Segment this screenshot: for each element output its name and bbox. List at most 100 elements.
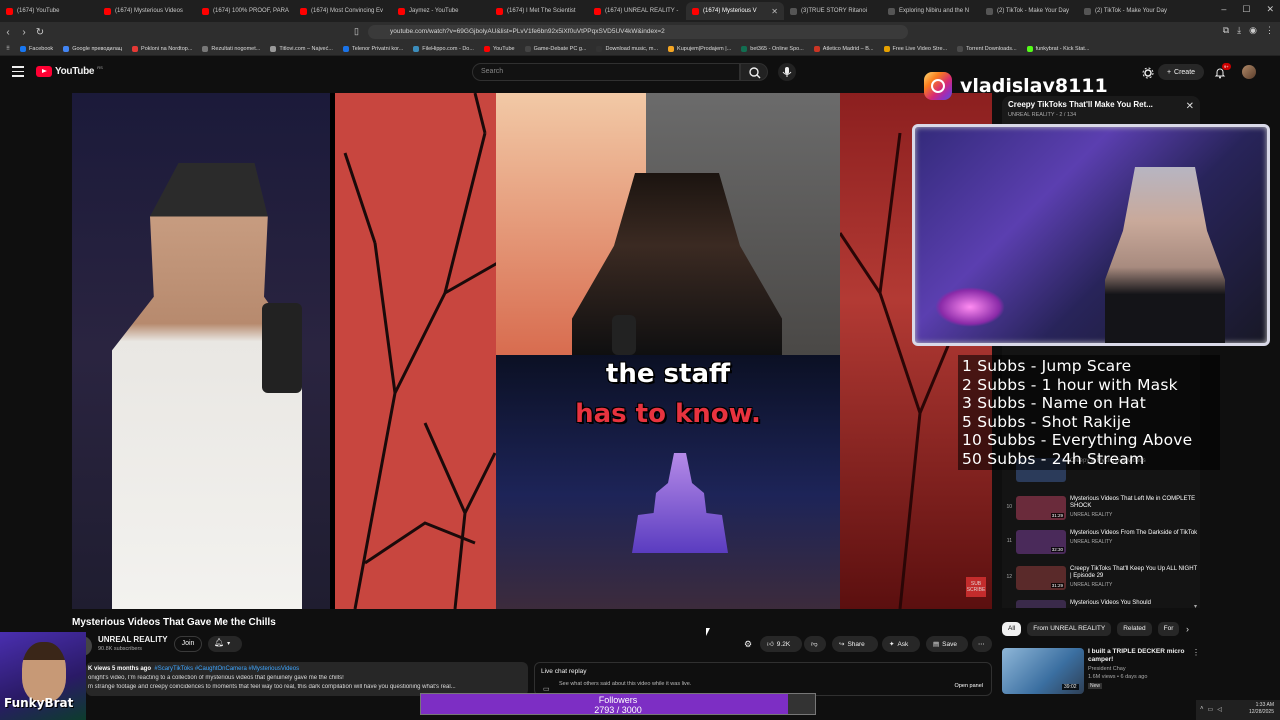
filter-chip[interactable]: For — [1157, 622, 1180, 636]
browser-tab[interactable]: (1674) Mysterious V ✕ — [686, 2, 784, 20]
dislike-button[interactable]: 👎︎ — [804, 636, 826, 652]
search-button[interactable] — [740, 63, 768, 81]
browser-tab[interactable]: Jaymez - YouTube — [392, 2, 490, 20]
profile-icon[interactable]: ◉ — [1249, 25, 1257, 36]
recommended-meta: 1.6M views • 6 days ago — [1088, 674, 1148, 680]
playlist-item-title[interactable]: Mysterious Videos That Left Me in COMPLE… — [1070, 496, 1198, 510]
youtube-logo[interactable]: YouTube RS — [36, 65, 103, 77]
close-tab-icon[interactable]: ✕ — [771, 7, 778, 16]
playlist-item[interactable]: 12 31:29 Creepy TikToks That'll Keep You U… — [1002, 566, 1200, 592]
address-bar[interactable]: youtube.com/watch?v=69GGjbolyAU&list=PLv… — [368, 25, 908, 39]
playlist-item[interactable]: 10 31:29 Mysterious Videos That Left Me in… — [1002, 496, 1200, 522]
gear-icon[interactable] — [1142, 66, 1154, 84]
browser-tab[interactable]: (1674) I Met The Scientist — [490, 2, 588, 20]
share-button[interactable]: ↪ Share — [832, 636, 878, 652]
browser-tab[interactable]: (1674) UNREAL REALITY - — [588, 2, 686, 20]
browser-tab[interactable]: (1674) Most Convincing Ev — [294, 2, 392, 20]
voice-search-button[interactable] — [778, 63, 796, 81]
bookmark-item[interactable]: FileHippo.com - Do... — [413, 45, 474, 52]
bookmark-item[interactable]: Kupujem|Prodajem |... — [668, 45, 731, 52]
playlist-item-thumbnail[interactable] — [1016, 600, 1066, 608]
subscribe-watermark[interactable]: SUB SCRIBE — [966, 577, 986, 597]
browser-tab[interactable]: (3)TRUE STORY Ritanoi — [784, 2, 882, 20]
save-button[interactable]: ▤ Save — [926, 636, 968, 652]
playlist-item[interactable]: 13 Mysterious Videos You Should — [1002, 600, 1200, 608]
subscription-bell-button[interactable]: 🔔︎ ▾ — [208, 636, 242, 652]
close-window-icon[interactable]: ✕ — [1266, 4, 1274, 15]
bookmark-item[interactable]: Pokloni na Nordtop... — [132, 45, 192, 52]
browser-tab[interactable]: Exploring Nibiru and the N — [882, 2, 980, 20]
bookmark-item[interactable]: Titlovi.com – Najveć... — [270, 45, 333, 52]
channel-name[interactable]: UNREAL REALITY — [98, 635, 168, 644]
playlist-item-thumbnail[interactable]: 31:29 — [1016, 566, 1066, 590]
more-icon[interactable]: ⋮ — [1192, 648, 1200, 657]
close-icon[interactable]: ✕ — [1186, 101, 1194, 112]
more-actions-button[interactable]: ⋯ — [972, 636, 992, 652]
browser-tab[interactable]: (2) TikTok - Make Your Day — [1078, 2, 1176, 20]
filter-chip[interactable]: All — [1002, 622, 1022, 636]
recommended-title[interactable]: I built a TRIPLE DECKER micro camper! — [1088, 648, 1188, 664]
chevron-right-icon[interactable]: › — [1186, 624, 1189, 634]
browser-toolbar-icons: ⧉ ⤓ ◉ ⋮ — [1223, 25, 1274, 36]
downloads-icon[interactable]: ⤓ — [1237, 25, 1241, 36]
chevron-up-icon[interactable]: ˄ — [1200, 706, 1204, 713]
hamburger-menu-icon[interactable] — [12, 66, 24, 77]
extensions-icon[interactable]: ⧉ — [1223, 25, 1229, 36]
open-panel-button[interactable]: Open panel — [955, 683, 983, 689]
volume-icon[interactable]: ◁ — [1217, 706, 1222, 713]
recommended-channel[interactable]: President Chay — [1088, 666, 1126, 672]
streamer-webcam-overlay — [912, 124, 1270, 346]
thumbs-down-icon: 👎︎ — [811, 641, 818, 648]
filter-chip[interactable]: From UNREAL REALITY — [1027, 622, 1112, 636]
account-avatar[interactable] — [1242, 65, 1256, 79]
browser-tab[interactable]: (1674) Mysterious Videos — [98, 2, 196, 20]
browser-menu-icon[interactable]: ⋮ — [1265, 25, 1274, 36]
bookmark-item[interactable]: Facebook — [20, 45, 53, 52]
back-icon[interactable]: ‹ — [0, 27, 16, 38]
browser-tab[interactable]: (1674) 100% PROOF, PARA — [196, 2, 294, 20]
playlist-item-thumbnail[interactable]: 32:30 — [1016, 530, 1066, 554]
filter-chip[interactable]: Related — [1117, 622, 1152, 636]
bookmark-item[interactable]: bet365 - Online Spo... — [741, 45, 804, 52]
bookmark-item[interactable]: Telenor Privatni kor... — [342, 45, 403, 52]
bookmark-item[interactable]: Download music, m... — [596, 45, 658, 52]
chevron-down-icon[interactable]: ▾ — [1194, 603, 1197, 610]
bookmark-item[interactable]: Game-Debate PC g... — [524, 45, 586, 52]
apps-grid-icon[interactable]: ⠿ — [6, 46, 10, 52]
playlist-item-title[interactable]: Mysterious Videos You Should — [1070, 600, 1198, 607]
browser-tab[interactable]: (2) TikTok - Make Your Day — [980, 2, 1078, 20]
search-input[interactable]: Search — [472, 63, 740, 81]
playlist-item[interactable]: 11 32:30 Mysterious Videos From The Darksi… — [1002, 530, 1200, 556]
playlist-item-title[interactable]: Creepy TikToks That'll Keep You Up ALL N… — [1070, 566, 1198, 580]
bookmark-page-icon[interactable]: ▯ — [354, 26, 359, 37]
like-button[interactable]: 👍︎ 9.2K — [760, 636, 802, 652]
bookmark-item[interactable]: YouTube — [483, 45, 515, 52]
recommended-video[interactable]: 39:02 I built a TRIPLE DECKER micro camp… — [1002, 648, 1198, 694]
forward-icon[interactable]: › — [16, 27, 32, 38]
reload-icon[interactable]: ↻ — [32, 27, 48, 38]
bookmark-item[interactable]: funkybrat - Kick Stat... — [1026, 45, 1089, 52]
network-icon[interactable]: ▭ — [1208, 706, 1214, 713]
join-button[interactable]: Join — [174, 636, 202, 652]
clock[interactable]: 1:33 AM 12/28/2025 — [1249, 702, 1274, 716]
video-description[interactable]: K views 5 months ago #ScaryTikToks #Caug… — [86, 662, 528, 696]
playlist-item-title[interactable]: Mysterious Videos From The Darkside of T… — [1070, 530, 1198, 537]
ask-button[interactable]: ✦ Ask — [882, 636, 920, 652]
bookmark-item[interactable]: Google преводилац — [63, 45, 122, 52]
live-chat-subtitle: See what others said about this video wh… — [559, 681, 692, 687]
browser-tab[interactable]: (1674) YouTube — [0, 2, 98, 20]
video-player[interactable]: the staff has to know. SUB SCRIBE — [72, 93, 992, 609]
playlist-title[interactable]: Creepy TikToks That'll Make You Ret... — [1008, 100, 1194, 109]
tab-favicon-icon — [888, 7, 895, 15]
gear-icon[interactable]: ⚙ — [744, 639, 752, 650]
maximize-icon[interactable]: ☐ — [1242, 4, 1250, 15]
country-code: RS — [97, 65, 103, 70]
create-button[interactable]: + Create — [1158, 64, 1204, 80]
bookmark-item[interactable]: Free Live Video Stre... — [883, 45, 947, 52]
minimize-icon[interactable]: – — [1221, 4, 1226, 15]
description-hashtags[interactable]: #ScaryTikToks #CaughtOnCamera #Mysteriou… — [154, 666, 299, 672]
bookmark-item[interactable]: Torrent Downloads... — [957, 45, 1017, 52]
bookmark-item[interactable]: Rezultati nogomet... — [202, 45, 260, 52]
playlist-item-thumbnail[interactable]: 31:29 — [1016, 496, 1066, 520]
bookmark-item[interactable]: Atletico Madrid – B... — [813, 45, 874, 52]
